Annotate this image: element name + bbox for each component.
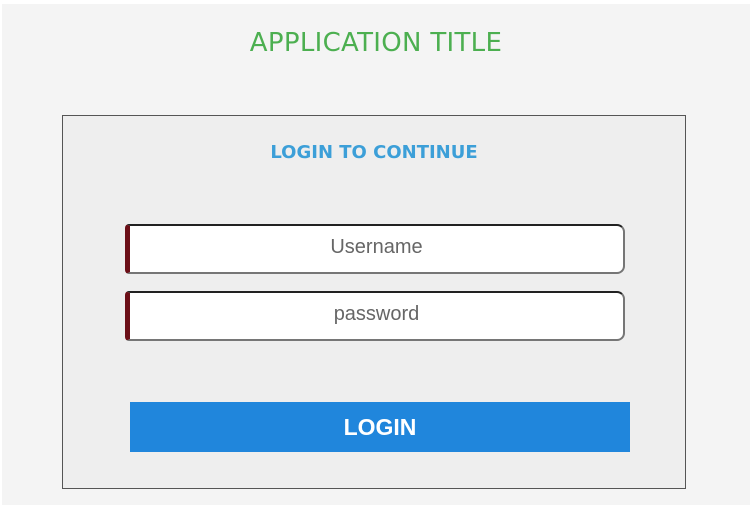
login-panel: LOGIN TO CONTINUE LOGIN — [62, 115, 686, 489]
login-button[interactable]: LOGIN — [130, 402, 630, 452]
page-background: APPLICATION TITLE LOGIN TO CONTINUE LOGI… — [2, 4, 750, 505]
password-input[interactable] — [125, 291, 625, 341]
username-input[interactable] — [125, 224, 625, 274]
login-heading: LOGIN TO CONTINUE — [270, 142, 478, 163]
application-title: APPLICATION TITLE — [249, 28, 503, 58]
